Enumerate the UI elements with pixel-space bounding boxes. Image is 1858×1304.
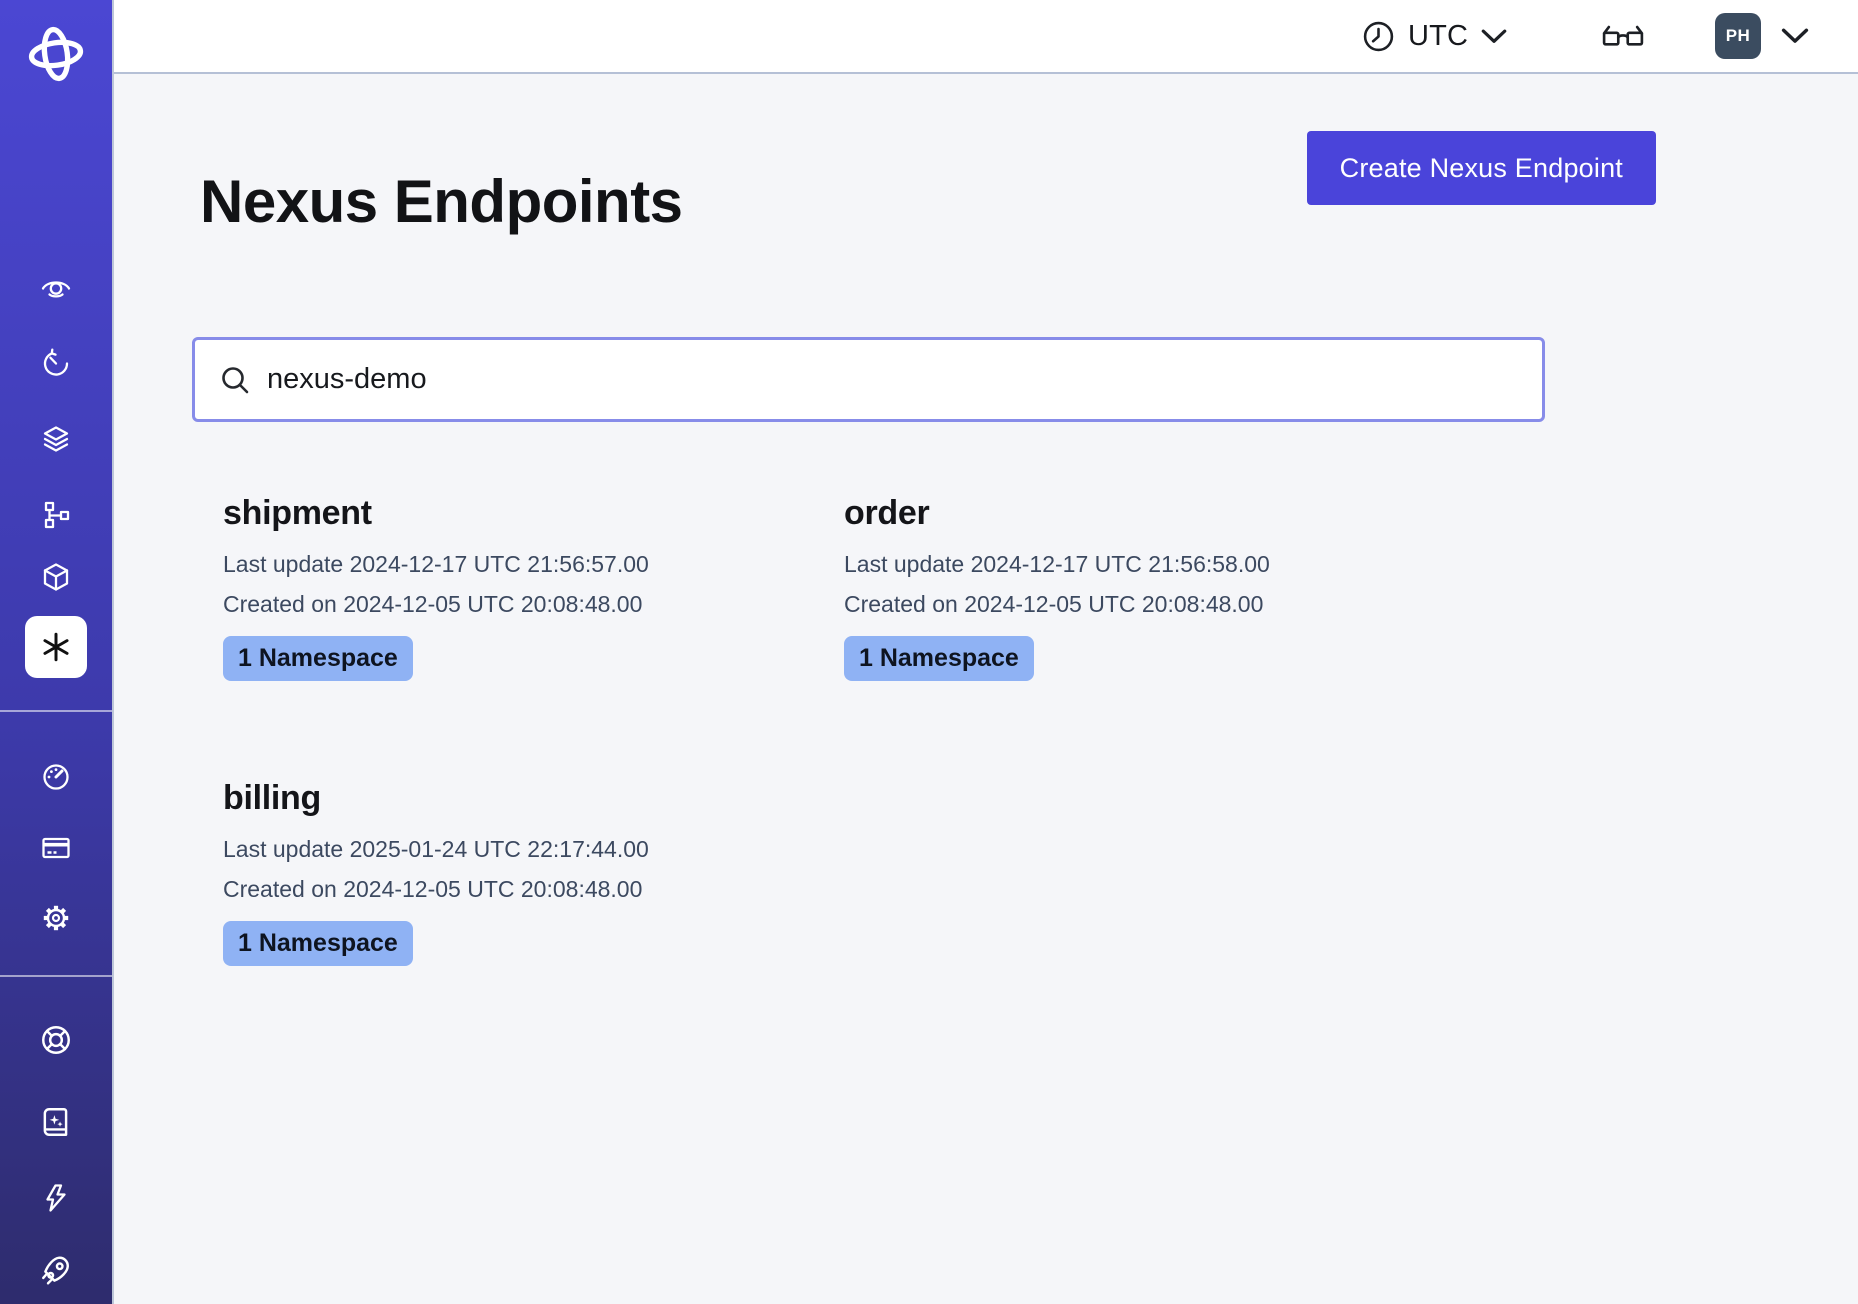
endpoints-grid: shipment Last update 2024-12-17 UTC 21:5… <box>192 496 1545 966</box>
sidebar-item-docs[interactable] <box>0 1094 112 1150</box>
glasses-icon <box>1602 23 1644 51</box>
user-menu[interactable]: PH <box>1715 0 1809 72</box>
sidebar-divider <box>0 710 112 712</box>
sidebar-item-support[interactable] <box>0 1012 112 1068</box>
gauge-icon <box>40 761 72 793</box>
temporal-logo[interactable] <box>0 24 112 84</box>
sidebar-item-getting-started[interactable] <box>0 1242 112 1298</box>
timezone-label: UTC <box>1408 20 1468 53</box>
namespace-badge: 1 Namespace <box>223 636 413 681</box>
create-nexus-endpoint-button[interactable]: Create Nexus Endpoint <box>1307 131 1656 205</box>
endpoint-card-shipment[interactable]: shipment Last update 2024-12-17 UTC 21:5… <box>192 496 813 681</box>
endpoint-last-update: Last update 2024-12-17 UTC 21:56:57.00 <box>223 553 813 576</box>
timezone-selector[interactable]: UTC <box>1362 0 1507 72</box>
sidebar-item-deployments[interactable] <box>0 411 112 467</box>
sidebar-item-batch-operations[interactable] <box>0 487 112 543</box>
asterisk-icon <box>39 630 73 664</box>
layers-icon <box>40 423 72 455</box>
namespace-badge: 1 Namespace <box>844 636 1034 681</box>
eye-icon <box>40 271 72 303</box>
clock-icon <box>1362 20 1395 53</box>
book-sparkles-icon <box>39 1105 73 1139</box>
endpoint-created: Created on 2024-12-05 UTC 20:08:48.00 <box>223 593 813 616</box>
cube-icon <box>40 561 72 593</box>
endpoint-last-update: Last update 2025-01-24 UTC 22:17:44.00 <box>223 838 813 861</box>
timer-icon <box>40 347 72 379</box>
endpoint-created: Created on 2024-12-05 UTC 20:08:48.00 <box>223 878 813 901</box>
main-content: Nexus Endpoints Create Nexus Endpoint sh… <box>114 74 1858 1304</box>
sidebar-divider <box>0 975 112 977</box>
endpoint-card-order[interactable]: order Last update 2024-12-17 UTC 21:56:5… <box>813 496 1434 681</box>
chevron-down-icon <box>1481 29 1507 44</box>
page-title: Nexus Endpoints <box>200 168 683 235</box>
namespace-badge: 1 Namespace <box>223 921 413 966</box>
labs-toggle[interactable] <box>1592 14 1654 60</box>
endpoint-created: Created on 2024-12-05 UTC 20:08:48.00 <box>844 593 1434 616</box>
rocket-icon <box>39 1253 73 1287</box>
sidebar <box>0 0 114 1304</box>
sidebar-item-schedules[interactable] <box>0 335 112 391</box>
flowchart-icon <box>40 499 72 531</box>
temporal-logo-icon <box>26 24 86 84</box>
endpoint-name: order <box>844 496 1434 530</box>
gear-icon <box>40 902 72 934</box>
endpoint-last-update: Last update 2024-12-17 UTC 21:56:58.00 <box>844 553 1434 576</box>
sidebar-item-nexus-active[interactable] <box>25 616 87 678</box>
sidebar-item-namespaces[interactable] <box>0 259 112 315</box>
life-ring-icon <box>39 1023 73 1057</box>
avatar: PH <box>1715 13 1761 59</box>
endpoint-name: shipment <box>223 496 813 530</box>
search-input[interactable] <box>267 363 1518 396</box>
endpoint-name: billing <box>223 781 813 815</box>
endpoint-card-billing[interactable]: billing Last update 2025-01-24 UTC 22:17… <box>192 781 813 966</box>
sidebar-item-settings[interactable] <box>0 890 112 946</box>
search-icon <box>219 364 251 396</box>
sidebar-item-workers[interactable] <box>0 549 112 605</box>
sidebar-item-usage[interactable] <box>0 749 112 805</box>
lightning-icon <box>40 1182 72 1214</box>
sidebar-item-billing[interactable] <box>0 820 112 876</box>
credit-card-icon <box>40 832 72 864</box>
sidebar-item-feedback[interactable] <box>0 1170 112 1226</box>
chevron-down-icon <box>1781 28 1809 44</box>
search-box <box>192 337 1545 422</box>
topbar: UTC PH <box>114 0 1858 74</box>
